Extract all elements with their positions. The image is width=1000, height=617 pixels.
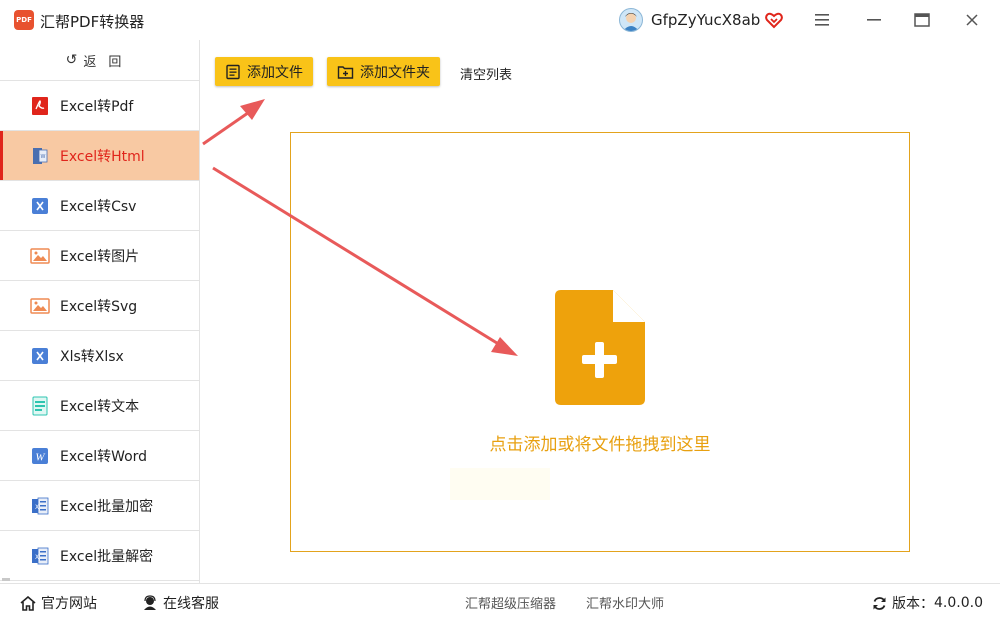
vip-heart-icon[interactable] [765,11,783,29]
add-file-button[interactable]: 添加文件 [215,57,313,86]
add-folder-label: 添加文件夹 [360,64,430,81]
version-label: 版本： [892,596,934,612]
file-list-icon [226,64,240,79]
back-label: 返回 [83,54,134,70]
drop-zone-hint: 点击添加或将文件拖拽到这里 [489,435,711,455]
sidebar-item-label: Excel转Html [60,148,145,165]
back-arrow-icon: ↺ [65,52,78,68]
sidebar-item-excel-to-text[interactable]: Excel转文本 [0,381,199,431]
excel-x-icon [32,347,48,364]
compressor-link[interactable]: 汇帮超级压缩器 [465,593,556,612]
close-icon [966,14,978,26]
avatar-face-icon [623,13,639,31]
sidebar-item-label: Excel转Csv [60,198,137,215]
add-file-label: 添加文件 [247,64,303,81]
add-folder-button[interactable]: 添加文件夹 [327,57,440,86]
username[interactable]: GfpZyYucX8ab [651,11,760,29]
text-doc-icon [32,396,48,415]
clear-list-button[interactable]: 清空列表 [460,64,512,83]
svg-text:W: W [35,451,45,463]
sidebar-item-label: Excel批量加密 [60,498,154,515]
pdf-icon [32,96,48,115]
official-website-link[interactable]: 官方网站 [20,593,97,613]
minimize-icon [867,19,881,21]
excel-unlock-icon: X [32,547,49,564]
sidebar-item-label: Excel批量解密 [60,548,154,565]
customer-service-icon [144,595,156,610]
footer-bar: 官方网站 在线客服 汇帮超级压缩器 汇帮水印大师 版本： 4.0.0.0 [0,583,1000,617]
html-icon: W [33,147,48,164]
refresh-icon [873,596,886,610]
add-file-icon[interactable] [555,290,645,405]
sidebar-item-excel-to-svg[interactable]: Excel转Svg [0,281,199,331]
sidebar-item-xls-to-xlsx[interactable]: Xls转Xlsx [0,331,199,381]
maximize-icon [914,13,930,27]
user-avatar[interactable] [619,8,643,32]
sidebar-item-label: Excel转Svg [60,298,138,315]
arrow-to-add-file [202,99,265,146]
sidebar-item-label: Excel转Pdf [60,98,134,115]
sidebar-item-label: Excel转图片 [60,248,140,265]
watermark-link[interactable]: 汇帮水印大师 [586,593,664,612]
drop-zone-highlight [450,468,550,500]
menu-button[interactable] [810,8,834,32]
sidebar-item-excel-to-html[interactable]: W Excel转Html [0,131,199,181]
official-website-label: 官方网站 [41,596,97,612]
svg-text:X: X [35,504,39,511]
word-icon: W [32,447,48,464]
hamburger-icon [815,14,829,26]
sidebar-item-excel-to-pdf[interactable]: Excel转Pdf [0,81,199,131]
version-info[interactable]: 版本： 4.0.0.0 [872,593,983,613]
sidebar-item-excel-to-word[interactable]: W Excel转Word [0,431,199,481]
sidebar-scrollbar[interactable] [2,578,10,581]
title-bar: PDF 汇帮PDF转换器 GfpZyYucX8ab [0,0,1000,40]
home-icon [20,595,36,611]
svg-text:X: X [35,554,39,561]
sidebar-item-label: Excel转Word [60,448,148,465]
online-support-link[interactable]: 在线客服 [142,593,219,613]
version-number: 4.0.0.0 [934,595,983,611]
sidebar-item-excel-batch-encrypt[interactable]: X Excel批量加密 [0,481,199,531]
online-support-label: 在线客服 [163,596,219,612]
excel-x-icon [32,197,48,214]
close-button[interactable] [960,8,984,32]
minimize-button[interactable] [862,8,886,32]
sidebar-item-excel-batch-decrypt[interactable]: X Excel批量解密 [0,531,199,581]
back-button[interactable]: ↺ 返回 [0,40,199,81]
maximize-button[interactable] [910,8,934,32]
folder-add-icon [337,65,354,79]
image-icon [30,247,50,264]
sidebar-item-excel-to-csv[interactable]: Excel转Csv [0,181,199,231]
svg-text:W: W [41,154,46,160]
sidebar-item-excel-to-image[interactable]: Excel转图片 [0,231,199,281]
sidebar-item-label: Xls转Xlsx [60,348,124,365]
sidebar-item-label: Excel转文本 [60,398,140,415]
excel-lock-icon: X [32,497,49,514]
sidebar: ↺ 返回 Excel转Pdf W Excel转Html Excel转Csv Ex… [0,40,200,583]
app-title: 汇帮PDF转换器 [40,13,145,31]
app-logo-icon: PDF [14,10,34,30]
image-icon [30,297,50,314]
